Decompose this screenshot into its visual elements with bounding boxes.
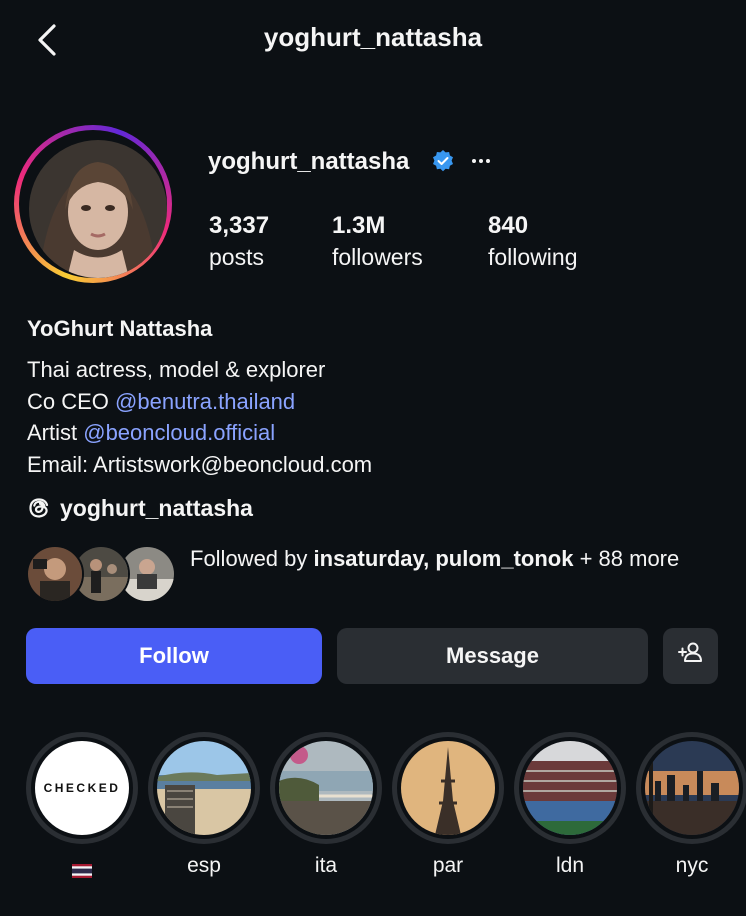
follower-avatar bbox=[26, 545, 84, 603]
profile-username: yoghurt_nattasha bbox=[208, 148, 410, 175]
bio-line: Artist @beoncloud.official bbox=[27, 417, 372, 449]
highlight-thai[interactable]: CHECKED bbox=[26, 732, 138, 884]
stat-value: 840 bbox=[488, 212, 529, 239]
highlight-cover bbox=[279, 741, 373, 835]
highlight-par[interactable]: par bbox=[392, 732, 504, 878]
bio-line: Email: Artistswork@beoncloud.com bbox=[27, 451, 373, 477]
highlight-cover: CHECKED bbox=[35, 741, 129, 835]
stat-label: posts bbox=[209, 244, 264, 270]
more-options-icon[interactable] bbox=[470, 150, 492, 176]
highlight-cover-text: CHECKED bbox=[35, 741, 129, 835]
bio-line: Thai actress, model & explorer bbox=[27, 357, 326, 382]
profile-avatar[interactable] bbox=[14, 125, 172, 283]
highlight-label: ita bbox=[314, 854, 338, 877]
stat-followers[interactable]: 1.3M followers bbox=[332, 212, 423, 271]
avatar-photo bbox=[29, 140, 167, 278]
stat-label: followers bbox=[332, 244, 423, 270]
highlight-nyc[interactable]: nyc bbox=[636, 732, 746, 878]
threads-handle: yoghurt_nattasha bbox=[60, 494, 253, 521]
highlight-ldn[interactable]: ldn bbox=[514, 732, 626, 878]
message-button[interactable]: Message bbox=[337, 628, 648, 684]
follow-button[interactable]: Follow bbox=[26, 628, 322, 684]
highlight-cover bbox=[401, 741, 495, 835]
highlight-label: par bbox=[432, 854, 464, 877]
highlight-label: esp bbox=[187, 854, 221, 877]
followed-by-text: Followed by insaturday, pulom_tonok + 88… bbox=[190, 543, 720, 575]
stat-value: 3,337 bbox=[209, 212, 270, 239]
add-person-icon bbox=[677, 639, 705, 673]
followed-by-prefix: Followed by bbox=[190, 546, 314, 571]
highlight-label: nyc bbox=[675, 854, 709, 877]
display-name: YoGhurt Nattasha bbox=[27, 316, 213, 341]
bio-text: Artist bbox=[27, 420, 84, 445]
thai-flag-icon bbox=[72, 860, 92, 878]
bio-text: Co CEO bbox=[27, 388, 116, 414]
followed-by-names: insaturday, pulom_tonok bbox=[313, 546, 574, 571]
highlight-label: ldn bbox=[555, 854, 585, 877]
followed-by-suffix: + 88 more bbox=[573, 546, 680, 571]
suggested-accounts-button[interactable] bbox=[663, 628, 718, 684]
stat-following[interactable]: 840 following bbox=[488, 212, 578, 271]
followed-by-row[interactable]: Followed by insaturday, pulom_tonok + 88… bbox=[26, 543, 726, 603]
stat-label: following bbox=[488, 244, 578, 270]
highlight-cover bbox=[523, 741, 617, 835]
bio-line: Co CEO @benutra.thailand bbox=[27, 386, 372, 418]
bio: Thai actress, model & explorer Co CEO @b… bbox=[27, 354, 372, 480]
verified-badge-icon bbox=[431, 149, 455, 173]
highlight-label bbox=[26, 854, 138, 884]
highlight-cover bbox=[645, 741, 739, 835]
page-title: yoghurt_nattasha bbox=[263, 22, 483, 52]
stat-value: 1.3M bbox=[332, 212, 386, 239]
threads-link[interactable]: yoghurt_nattasha bbox=[27, 492, 253, 524]
threads-icon bbox=[27, 496, 51, 520]
mention-link[interactable]: @beoncloud.official bbox=[83, 420, 275, 445]
highlight-ita[interactable]: ita bbox=[270, 732, 382, 878]
mention-link[interactable]: @benutra.thailand bbox=[115, 389, 295, 414]
highlight-esp[interactable]: esp bbox=[148, 732, 260, 878]
highlight-cover bbox=[157, 741, 251, 835]
top-bar: yoghurt_nattasha bbox=[0, 0, 746, 80]
stat-posts[interactable]: 3,337 posts bbox=[209, 212, 269, 271]
